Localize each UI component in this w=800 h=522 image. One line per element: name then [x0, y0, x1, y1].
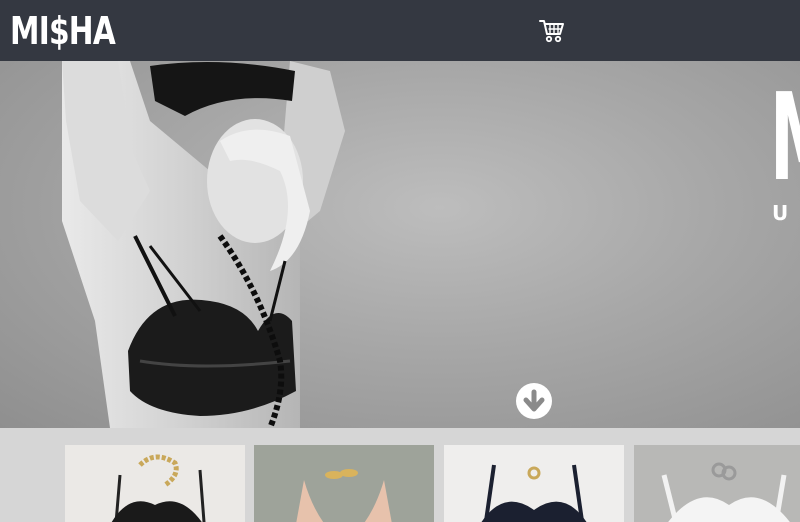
product-strip: [0, 428, 800, 522]
product-tile-white-bra[interactable]: [634, 445, 800, 522]
product-tile-navy-bra[interactable]: [444, 445, 624, 522]
brand-logo[interactable]: MI$HA: [10, 10, 116, 52]
hero-model-image: [62, 61, 345, 428]
top-navigation-bar: MI$HA: [0, 0, 800, 61]
shopping-cart-icon[interactable]: [538, 18, 566, 44]
product-tile-black-bra[interactable]: [65, 445, 245, 522]
arrow-down-circle-icon[interactable]: [516, 383, 552, 419]
product-tile-nude-bra[interactable]: [254, 445, 434, 522]
hero-subtitle: U: [772, 201, 789, 225]
hero-banner: M U: [0, 61, 800, 428]
hero-title: M: [770, 79, 800, 199]
